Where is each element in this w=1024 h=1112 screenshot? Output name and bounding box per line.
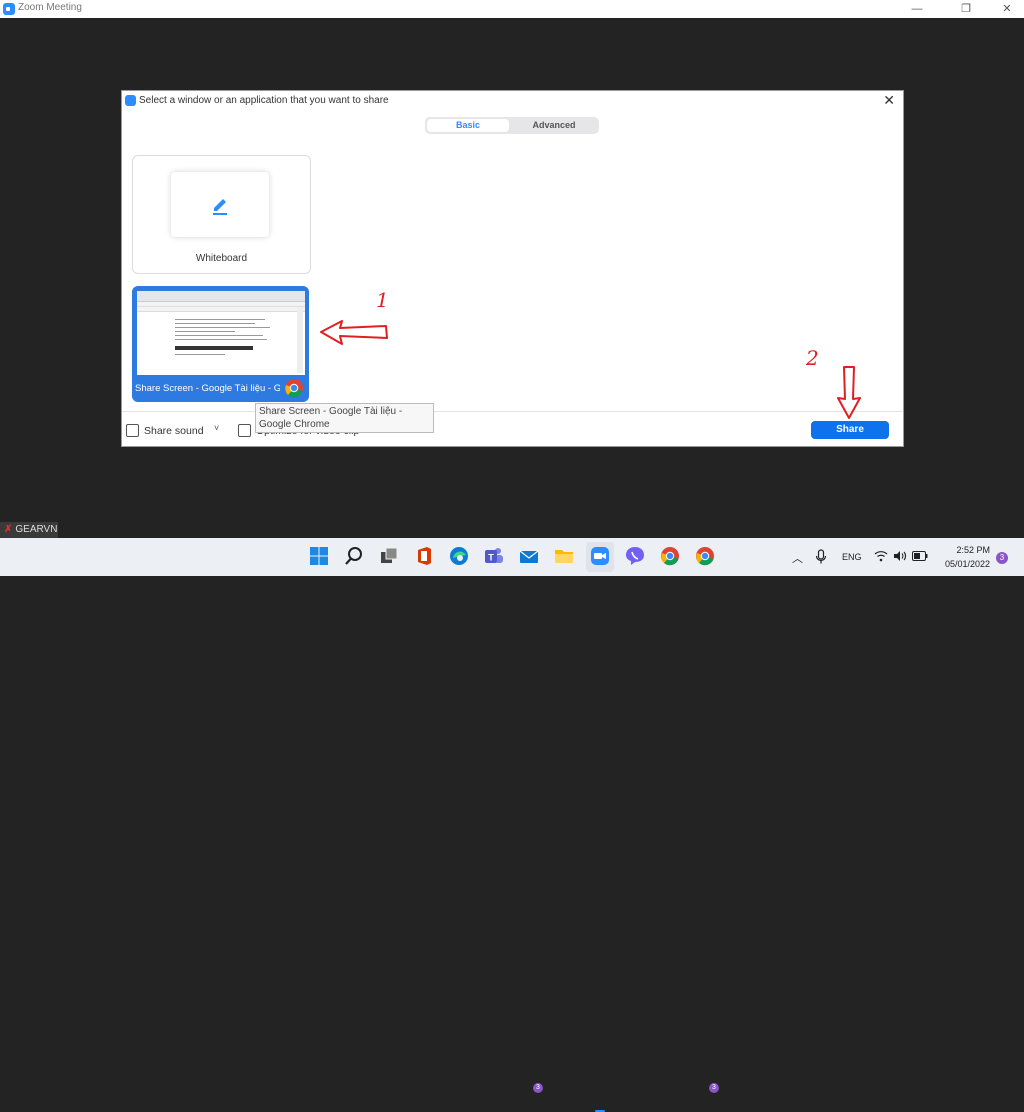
- tray-chevron-up-icon[interactable]: ︿: [792, 550, 803, 566]
- pencil-icon: [213, 199, 227, 215]
- minimize-button[interactable]: —: [902, 1, 932, 17]
- chrome-window-option[interactable]: Share Screen - Google Tài liệu - G...: [132, 286, 309, 402]
- annotation-step-1: 1: [376, 288, 389, 312]
- chrome-icon[interactable]: [660, 546, 680, 566]
- whiteboard-preview: [171, 172, 269, 237]
- chrome-badge: 3: [709, 1083, 719, 1093]
- tab-basic[interactable]: Basic: [427, 119, 509, 132]
- share-sound-label: Share sound: [144, 425, 204, 437]
- svg-text:T: T: [488, 553, 494, 563]
- battery-icon[interactable]: [912, 551, 928, 561]
- window-tooltip: Share Screen - Google Tài liệu - Google …: [255, 403, 434, 433]
- tab-advanced[interactable]: Advanced: [511, 119, 597, 132]
- window-title-bar: Zoom Meeting — ❐ ✕: [0, 0, 1024, 18]
- zoom-logo-icon: [125, 95, 136, 106]
- dialog-title: Select a window or an application that y…: [139, 95, 389, 106]
- chrome-alt-icon[interactable]: [695, 546, 715, 566]
- optimize-video-checkbox[interactable]: [238, 424, 251, 437]
- clock-date[interactable]: 05/01/2022: [936, 559, 990, 569]
- restore-button[interactable]: ❐: [951, 1, 981, 17]
- teams-icon[interactable]: T: [484, 546, 504, 566]
- share-sound-options-icon[interactable]: ˅: [214, 423, 219, 433]
- footer-divider: [122, 411, 903, 412]
- microphone-icon[interactable]: [815, 549, 827, 565]
- gearvn-watermark: ✗ GEARVN: [0, 522, 58, 538]
- windows-start-icon[interactable]: [309, 546, 329, 566]
- zoom-icon[interactable]: [590, 546, 610, 566]
- clock-time[interactable]: 2:52 PM: [950, 545, 990, 555]
- red-arrow-left-icon: [320, 320, 388, 345]
- office-icon[interactable]: [414, 546, 434, 566]
- share-tabs: Basic Advanced: [425, 117, 599, 134]
- window-title: Zoom Meeting: [18, 2, 82, 13]
- volume-icon[interactable]: [893, 550, 907, 562]
- dialog-close-button[interactable]: ✕: [883, 92, 895, 109]
- task-view-icon[interactable]: [379, 546, 399, 566]
- mail-badge: 3: [533, 1083, 543, 1093]
- search-icon[interactable]: [344, 546, 364, 566]
- chrome-icon: [285, 379, 303, 398]
- edge-icon[interactable]: [449, 546, 469, 566]
- wifi-icon[interactable]: [874, 550, 888, 562]
- red-arrow-down-icon: [837, 366, 861, 419]
- annotation-step-2: 2: [806, 346, 819, 370]
- zoom-logo-icon: [3, 3, 15, 15]
- notification-badge[interactable]: 3: [996, 552, 1008, 564]
- viber-icon[interactable]: [625, 546, 645, 566]
- file-explorer-icon[interactable]: [554, 546, 574, 566]
- whiteboard-label: Whiteboard: [195, 253, 248, 264]
- whiteboard-option[interactable]: Whiteboard: [132, 155, 311, 274]
- share-button[interactable]: Share: [811, 421, 889, 439]
- language-indicator[interactable]: ENG: [842, 552, 862, 562]
- share-sound-checkbox[interactable]: [126, 424, 139, 437]
- close-window-button[interactable]: ✕: [992, 1, 1022, 17]
- windows-taskbar: T 3 3 ︿ ENG 2:52 PM 05/01/2022 3: [0, 538, 1024, 1112]
- mail-icon[interactable]: [519, 546, 539, 566]
- window-label: Share Screen - Google Tài liệu - G...: [135, 383, 280, 394]
- share-screen-dialog: Select a window or an application that y…: [121, 90, 904, 447]
- window-thumbnail: [137, 291, 305, 375]
